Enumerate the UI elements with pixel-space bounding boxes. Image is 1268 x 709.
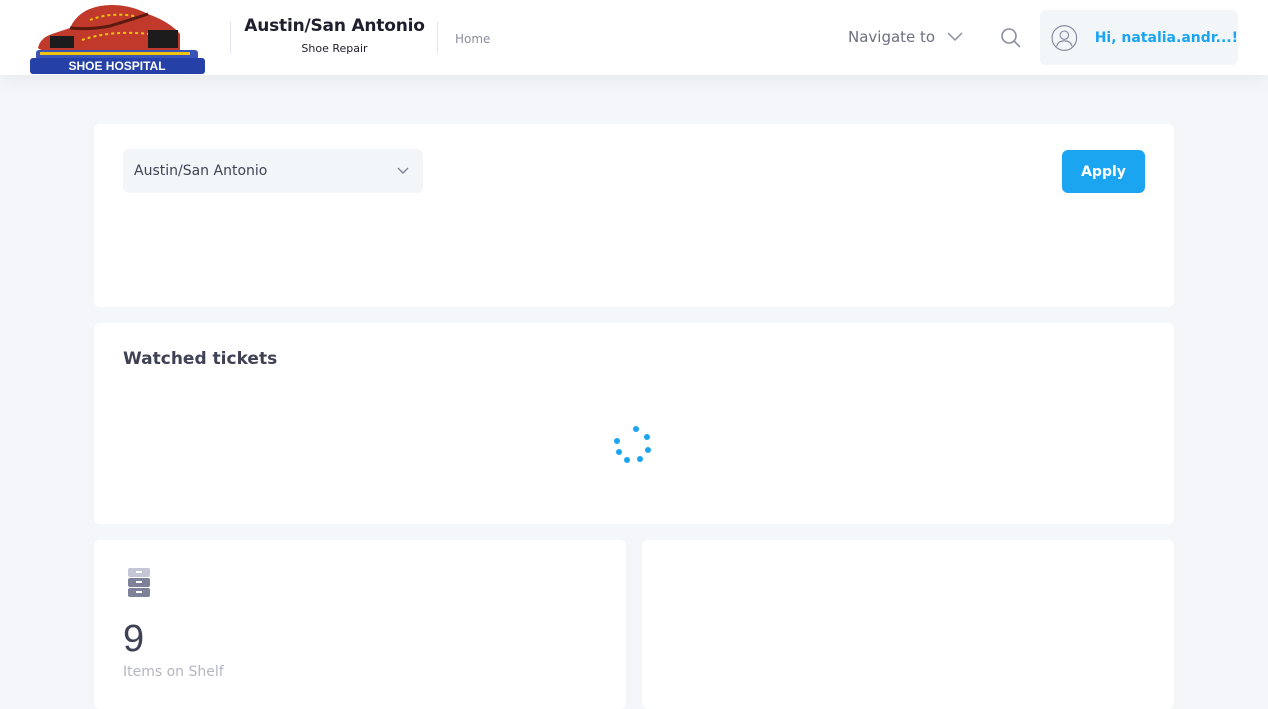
breadcrumb-home[interactable]: Home: [455, 32, 490, 46]
chevron-down-icon: [397, 167, 409, 174]
store-name: Austin/San Antonio: [244, 16, 425, 36]
shelf-label: Items on Shelf: [123, 664, 224, 680]
header-divider: [230, 22, 231, 54]
watched-tickets-card: Watched tickets: [94, 323, 1174, 524]
filter-card: Austin/San Antonio Apply: [94, 124, 1174, 307]
items-on-shelf-card: 9 Items on Shelf: [94, 540, 626, 709]
shoe-hospital-logo[interactable]: SHOE HOSPITAL: [30, 0, 205, 74]
user-avatar-icon: [1051, 24, 1078, 51]
user-menu[interactable]: Hi, natalia.andr...!: [1040, 10, 1238, 65]
store-subtitle: Shoe Repair: [301, 42, 368, 55]
shelf-count: 9: [123, 618, 145, 660]
location-select-value: Austin/San Antonio: [134, 163, 268, 179]
chevron-down-icon: [947, 32, 963, 42]
header-divider: [437, 22, 438, 54]
store-info: Austin/San Antonio Shoe Repair: [232, 16, 437, 55]
empty-card: [642, 540, 1174, 709]
apply-button[interactable]: Apply: [1062, 150, 1145, 193]
top-header: SHOE HOSPITAL Austin/San Antonio Shoe Re…: [0, 0, 1268, 75]
loading-spinner-icon: [614, 426, 651, 463]
logo-text: SHOE HOSPITAL: [68, 59, 165, 73]
location-select[interactable]: Austin/San Antonio: [123, 149, 423, 193]
user-greeting: Hi, natalia.andr...!: [1094, 29, 1238, 46]
search-icon[interactable]: [1000, 27, 1022, 49]
navigate-to-label: Navigate to: [848, 28, 936, 46]
archive-icon: [128, 568, 150, 597]
watched-tickets-title: Watched tickets: [123, 349, 278, 369]
navigate-to-dropdown[interactable]: Navigate to: [848, 28, 963, 46]
